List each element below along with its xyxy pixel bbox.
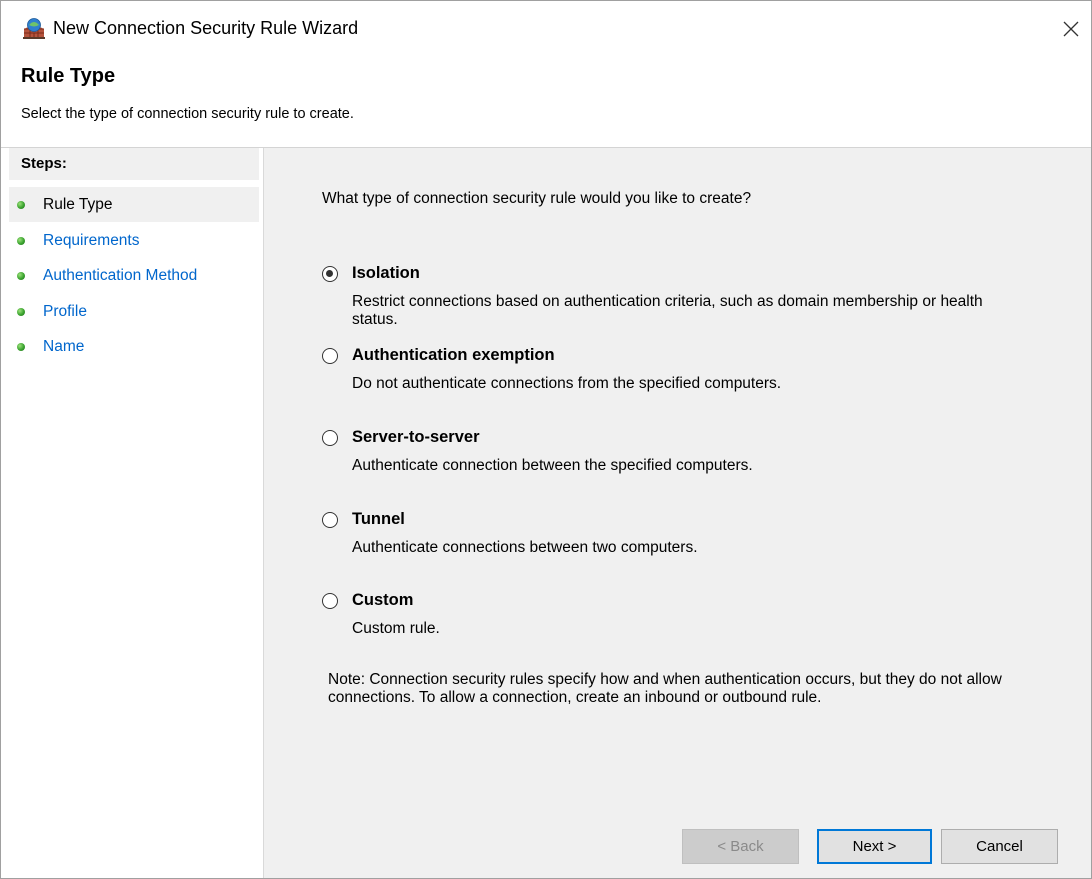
option-label[interactable]: Isolation <box>352 264 420 283</box>
radio-custom[interactable] <box>322 593 338 609</box>
step-requirements[interactable]: Requirements <box>9 223 259 258</box>
title-bar: New Connection Security Rule Wizard <box>1 1 1091 57</box>
step-label: Rule Type <box>43 196 113 213</box>
option-description: Authenticate connection between the spec… <box>352 457 753 474</box>
wizard-window: New Connection Security Rule Wizard Rule… <box>0 0 1092 879</box>
question-text: What type of connection security rule wo… <box>322 190 752 207</box>
next-button[interactable]: Next > <box>817 829 932 864</box>
option-label[interactable]: Server-to-server <box>352 428 480 447</box>
option-label[interactable]: Authentication exemption <box>352 346 555 365</box>
radio-server-to-server[interactable] <box>322 430 338 446</box>
page-subtitle: Select the type of connection security r… <box>21 106 354 122</box>
option-description: Custom rule. <box>352 620 440 637</box>
green-dot-icon <box>17 201 25 209</box>
option-tunnel[interactable]: Tunnel Authenticate connections between … <box>322 510 1042 560</box>
step-profile[interactable]: Profile <box>9 294 259 329</box>
green-dot-icon <box>17 343 25 351</box>
page-title: Rule Type <box>21 65 116 87</box>
green-dot-icon <box>17 237 25 245</box>
option-description: Authenticate connections between two com… <box>352 539 698 556</box>
step-label[interactable]: Name <box>43 338 84 355</box>
option-isolation[interactable]: Isolation Restrict connections based on … <box>322 264 1042 334</box>
step-label[interactable]: Profile <box>43 303 87 320</box>
option-label[interactable]: Custom <box>352 591 413 610</box>
option-label[interactable]: Tunnel <box>352 510 405 529</box>
close-icon <box>1063 21 1079 37</box>
window-title: New Connection Security Rule Wizard <box>53 18 359 38</box>
firewall-wizard-icon <box>23 18 45 39</box>
green-dot-icon <box>17 272 25 280</box>
step-label[interactable]: Authentication Method <box>43 267 197 284</box>
wizard-header: Rule Type Select the type of connection … <box>1 57 1091 148</box>
note-text: Note: Connection security rules specify … <box>328 671 1002 706</box>
step-label[interactable]: Requirements <box>43 232 140 249</box>
option-description: Do not authenticate connections from the… <box>352 375 782 392</box>
option-server-to-server[interactable]: Server-to-server Authenticate connection… <box>322 428 1042 478</box>
green-dot-icon <box>17 308 25 316</box>
steps-pane: Steps: Rule Type Requirements Authentica… <box>1 148 264 878</box>
back-button[interactable]: < Back <box>682 829 799 864</box>
close-button[interactable] <box>1051 9 1091 49</box>
content-pane: What type of connection security rule wo… <box>264 148 1091 878</box>
cancel-button[interactable]: Cancel <box>941 829 1058 864</box>
radio-isolation[interactable] <box>322 266 338 282</box>
option-custom[interactable]: Custom Custom rule. <box>322 591 1042 641</box>
step-rule-type: Rule Type <box>9 187 259 222</box>
radio-authentication-exemption[interactable] <box>322 348 338 364</box>
step-authentication-method[interactable]: Authentication Method <box>9 258 259 293</box>
radio-tunnel[interactable] <box>322 512 338 528</box>
steps-header: Steps: <box>9 148 259 180</box>
option-description: Restrict connections based on authentica… <box>352 293 983 328</box>
option-authentication-exemption[interactable]: Authentication exemption Do not authenti… <box>322 346 1042 396</box>
step-name[interactable]: Name <box>9 329 259 364</box>
wizard-body: Steps: Rule Type Requirements Authentica… <box>1 148 1091 878</box>
